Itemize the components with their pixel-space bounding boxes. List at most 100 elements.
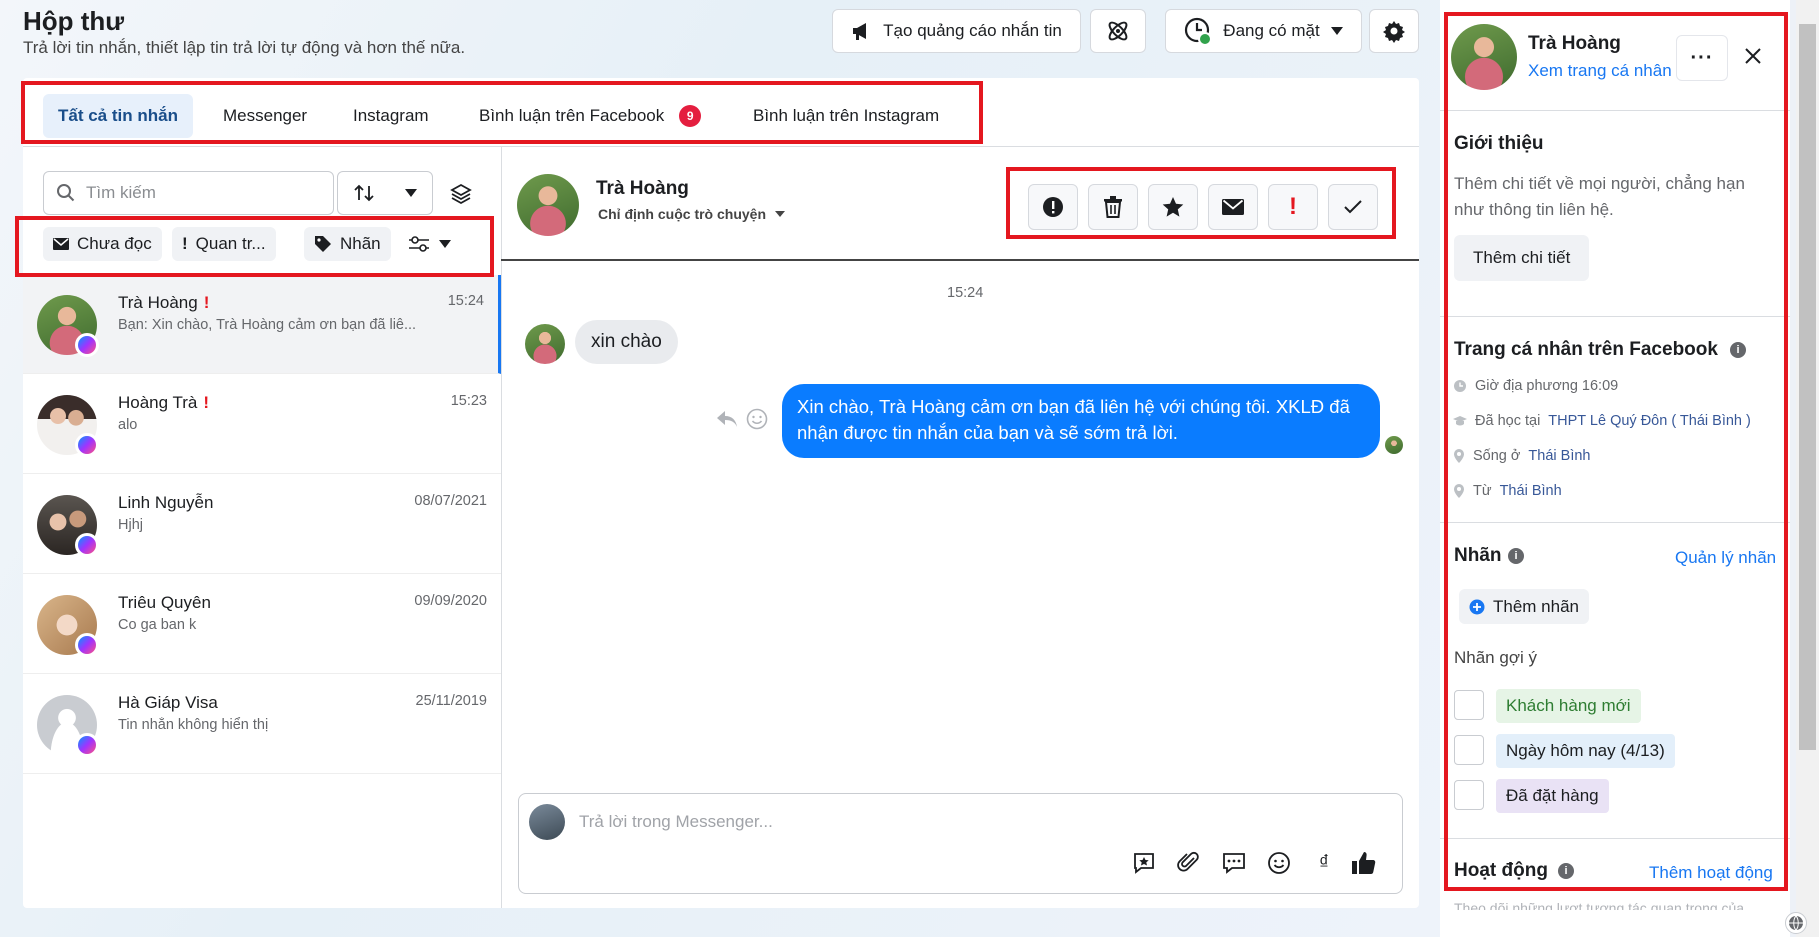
megaphone-icon <box>853 23 867 40</box>
conversation-name: Trà Hoàng! <box>118 293 209 313</box>
mark-unread-button[interactable] <box>1208 184 1258 230</box>
manage-labels-link[interactable]: Quản lý nhãn <box>1675 548 1776 568</box>
star-chat-icon <box>1134 853 1154 874</box>
messenger-icon <box>75 433 99 457</box>
conversation-name: Hoàng Trà! <box>118 393 209 413</box>
sort-icon <box>353 184 374 202</box>
reply-arrow-icon <box>717 411 737 427</box>
suggested-label[interactable]: Đã đặt hàng <box>1496 779 1609 813</box>
create-ad-button[interactable]: Tạo quảng cáo nhắn tin <box>832 9 1081 53</box>
conversation-item[interactable]: Trà Hoàng! Bạn: Xin chào, Trà Hoàng cảm … <box>23 275 501 374</box>
intro-text: Thêm chi tiết về mọi người, chẳng hạn nh… <box>1454 174 1745 219</box>
add-details-button[interactable]: Thêm chi tiết <box>1454 235 1590 281</box>
exclamation-icon: ! <box>1289 193 1297 220</box>
intro-heading: Giới thiệu <box>1454 133 1544 154</box>
reply-input[interactable] <box>579 812 1279 832</box>
plus-circle-icon <box>1469 599 1485 614</box>
add-activity-link[interactable]: Thêm hoạt động <box>1649 863 1773 883</box>
education-prefix: Đã học tại <box>1475 413 1541 429</box>
messenger-icon <box>75 633 99 657</box>
emoji-button[interactable] <box>1264 848 1294 878</box>
integrations-button[interactable] <box>1090 9 1146 53</box>
conversation-name: Triêu Quyên <box>118 593 211 613</box>
current-city-link[interactable]: Thái Bình <box>1528 448 1590 464</box>
filter-unread[interactable]: Chưa đọc <box>43 227 162 261</box>
column-divider <box>501 147 502 908</box>
react-button[interactable] <box>746 408 768 435</box>
info-icon[interactable]: i <box>1730 342 1746 358</box>
payment-button[interactable]: ₫ <box>1309 848 1339 878</box>
assign-label: Chỉ định cuộc trò chuyện <box>598 206 767 222</box>
search-input[interactable] <box>86 183 306 203</box>
mark-spam-button[interactable] <box>1028 184 1078 230</box>
label-checkbox[interactable] <box>1454 690 1484 720</box>
conversation-name-text: Trà Hoàng <box>118 293 198 312</box>
conversation-item[interactable]: Triêu Quyên Co ga ban k 09/09/2020 <box>23 575 501 674</box>
filter-options-dropdown[interactable] <box>398 227 462 261</box>
outgoing-message-bubble[interactable]: Xin chào, Trà Hoàng cảm ơn bạn đã liên h… <box>782 384 1380 458</box>
add-label-button[interactable]: Thêm nhãn <box>1459 589 1589 624</box>
create-ad-label: Tạo quảng cáo nhắn tin <box>883 21 1062 40</box>
caret-down-icon <box>404 189 417 197</box>
sliders-icon <box>409 236 429 252</box>
conversation-item[interactable]: Hà Giáp Visa Tin nhắn không hiển thị 25/… <box>23 675 501 774</box>
conversation-name-text: Hà Giáp Visa <box>118 693 218 712</box>
filter-labels[interactable]: Nhãn <box>304 227 391 261</box>
chat-avatar[interactable] <box>517 174 579 236</box>
trash-icon <box>1104 196 1122 218</box>
conversation-name-text: Hoàng Trà <box>118 393 198 412</box>
mark-important-button[interactable]: ! <box>1268 184 1318 230</box>
hometown-row: Từ Thái Bình <box>1453 483 1562 499</box>
quick-replies-button[interactable] <box>1219 848 1249 878</box>
incoming-message-bubble[interactable]: xin chào <box>575 320 678 364</box>
label-checkbox[interactable] <box>1454 735 1484 765</box>
conversation-time: 15:24 <box>447 293 484 309</box>
saved-replies-button[interactable] <box>1129 848 1159 878</box>
mark-done-button[interactable] <box>1328 184 1378 230</box>
tab-messenger[interactable]: Messenger <box>208 94 322 138</box>
label-checkbox[interactable] <box>1454 780 1484 810</box>
star-button[interactable] <box>1148 184 1198 230</box>
caret-down-icon <box>439 240 451 248</box>
view-profile-link[interactable]: Xem trang cá nhân <box>1528 61 1672 81</box>
layers-button[interactable] <box>447 180 475 208</box>
attach-button[interactable] <box>1174 848 1204 878</box>
tab-instagram-comments[interactable]: Bình luận trên Instagram <box>738 94 954 138</box>
language-button[interactable] <box>1785 912 1807 934</box>
important-icon: ! <box>203 293 210 312</box>
conversation-item[interactable]: Hoàng Trà! alo 15:23 <box>23 375 501 474</box>
tab-all-messages[interactable]: Tất cả tin nhắn <box>43 94 193 138</box>
reply-composer[interactable]: ₫ <box>518 793 1403 894</box>
checkmark-icon <box>1344 200 1362 214</box>
tab-instagram[interactable]: Instagram <box>338 94 444 138</box>
scrollbar-thumb[interactable] <box>1799 24 1816 750</box>
tab-facebook-comments[interactable]: Bình luận trên Facebook 9 <box>464 94 716 138</box>
sort-dropdown[interactable] <box>337 171 433 215</box>
info-icon[interactable]: i <box>1558 863 1574 879</box>
assign-conversation-dropdown[interactable]: Chỉ định cuộc trò chuyện <box>598 206 786 222</box>
like-button[interactable] <box>1349 848 1379 878</box>
school-link[interactable]: THPT Lê Quý Đôn ( Thái Bình ) <box>1548 413 1751 429</box>
activity-description: Theo dõi những lượt tương tác quan trọng… <box>1454 900 1745 910</box>
chat-contact-name[interactable]: Trà Hoàng <box>596 178 689 200</box>
filter-important[interactable]: ! Quan tr... <box>172 227 276 261</box>
clock-icon <box>1454 380 1466 392</box>
close-panel-button[interactable] <box>1741 44 1765 73</box>
settings-button[interactable] <box>1369 9 1419 53</box>
conversation-time: 25/11/2019 <box>415 693 488 709</box>
search-box[interactable] <box>43 171 334 215</box>
conversation-name-text: Linh Nguyễn <box>118 493 214 512</box>
more-options-button[interactable]: ··· <box>1676 35 1728 81</box>
suggested-label[interactable]: Ngày hôm nay (4/13) <box>1496 734 1675 768</box>
suggested-label[interactable]: Khách hàng mới <box>1496 689 1641 723</box>
ellipsis-icon: ··· <box>1690 46 1714 69</box>
hometown-link[interactable]: Thái Bình <box>1500 483 1562 499</box>
profile-avatar[interactable] <box>1451 24 1517 90</box>
conversation-name: Hà Giáp Visa <box>118 693 218 713</box>
conversation-item[interactable]: Linh Nguyễn Hjhj 08/07/2021 <box>23 475 501 574</box>
status-dropdown[interactable]: Đang có mặt <box>1165 9 1362 53</box>
globe-icon <box>1789 915 1803 931</box>
info-icon[interactable]: i <box>1508 548 1524 564</box>
reply-to-message-button[interactable] <box>716 410 738 433</box>
delete-button[interactable] <box>1088 184 1138 230</box>
